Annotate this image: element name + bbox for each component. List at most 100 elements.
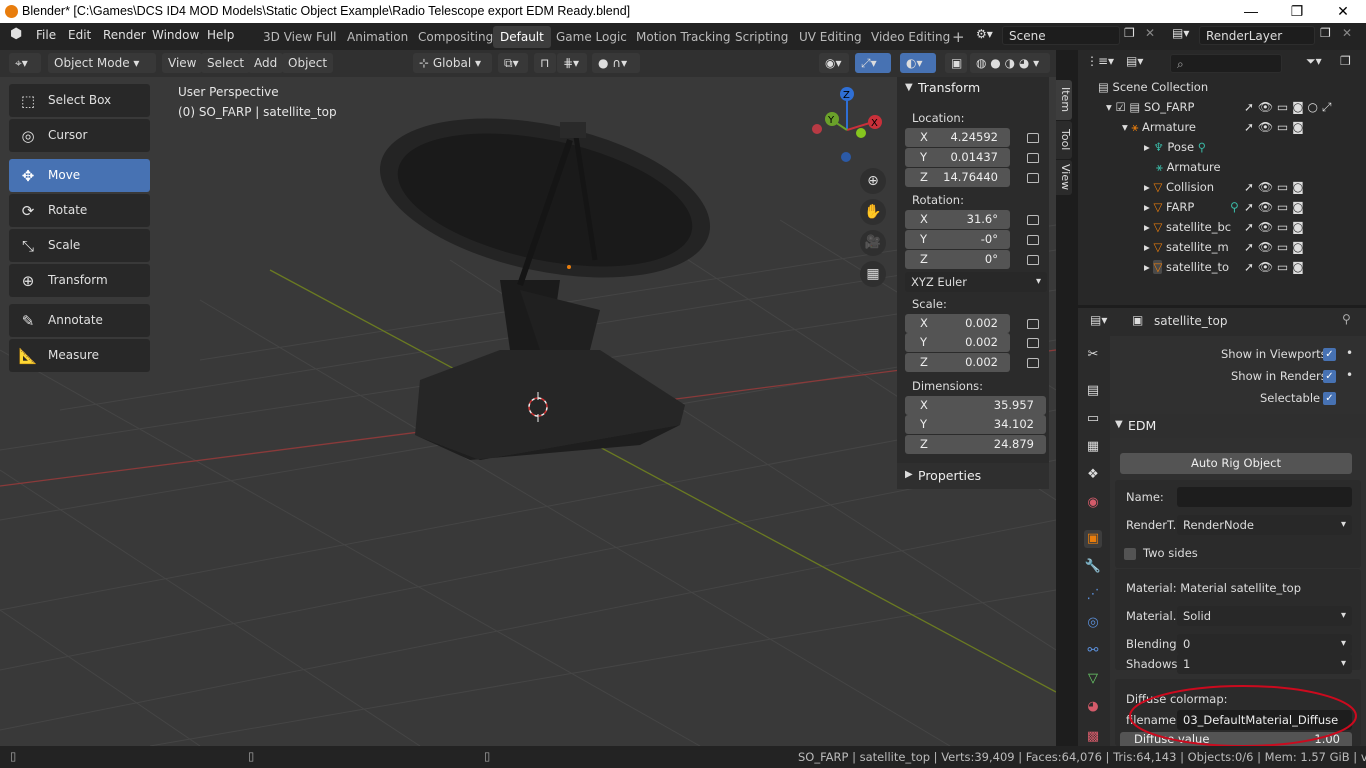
dimensions-x-field[interactable]: X 35.957 xyxy=(905,396,1046,415)
tab-item[interactable]: Item xyxy=(1056,80,1072,120)
dimensions-y-field[interactable]: Y 34.102 xyxy=(905,415,1046,434)
tool-annotate[interactable]: ✎ Annotate xyxy=(9,304,150,337)
minimize-button[interactable]: — xyxy=(1228,0,1274,23)
rotation-y-field[interactable]: Y -0° xyxy=(905,230,1010,249)
rotation-mode-select[interactable]: XYZ Euler ▾ xyxy=(905,272,1047,292)
lock-icon[interactable] xyxy=(1027,338,1039,348)
snap-target-icon[interactable]: ⋕▾ xyxy=(557,53,587,73)
snap-toggle-icon[interactable]: ⊓ xyxy=(534,53,556,73)
tab-default[interactable]: Default xyxy=(493,26,551,48)
view-layer-copy-icon[interactable]: ❐ xyxy=(1320,26,1331,40)
row-icons[interactable]: ➚ 👁 ▭ ◙ xyxy=(1244,217,1304,237)
shading-modes[interactable]: ◍ ● ◑ ◕ ▾ xyxy=(970,53,1050,73)
tool-rotate[interactable]: ⟳ Rotate xyxy=(9,194,150,227)
row-icons[interactable]: ➚ 👁 ▭ ◙ xyxy=(1244,257,1304,277)
outliner-row-armature-data[interactable]: ⚹ Armature xyxy=(1156,157,1221,177)
keyframe-dot-icon[interactable]: • xyxy=(1346,368,1353,382)
tab-animation[interactable]: Animation xyxy=(340,26,415,48)
zoom-icon[interactable]: ⊕ xyxy=(860,168,886,194)
scene-copy-icon[interactable]: ❐ xyxy=(1124,26,1135,40)
gizmo-toggle-icon[interactable]: ⤢▾ xyxy=(855,53,891,73)
camera-view-icon[interactable]: 🎥 xyxy=(860,230,886,256)
properties-subpanel-header[interactable]: ▶ Properties xyxy=(897,463,1049,489)
blending-select[interactable]: 0 ▾ xyxy=(1177,634,1352,654)
blender-menu-icon[interactable]: ⬢ xyxy=(10,26,22,42)
outliner-row-satellite-to[interactable]: ▸ ▽ satellite_to ➚ 👁 ▭ ◙ xyxy=(1144,257,1366,277)
pin-icon[interactable]: ⚲ xyxy=(1342,312,1351,326)
lock-icon[interactable] xyxy=(1027,173,1039,183)
editor-type-icon[interactable]: ⌖▾ xyxy=(9,53,41,73)
outliner-row-so-farp[interactable]: ▾ ☑ ▤ SO_FARP ➚ 👁 ▭ ◙ ○ ⤢ xyxy=(1106,97,1366,117)
properties-editor-type-icon[interactable]: ▤▾ xyxy=(1090,313,1107,327)
shadows-select[interactable]: 1 ▾ xyxy=(1177,654,1352,674)
maximize-button[interactable]: ❐ xyxy=(1274,0,1320,23)
filter-icon[interactable]: ⏷▾ xyxy=(1306,54,1322,69)
proportional-edit-icon[interactable]: ● ∩▾ xyxy=(592,53,640,73)
menu-edit[interactable]: Edit xyxy=(68,28,91,42)
tab-game-logic[interactable]: Game Logic xyxy=(549,26,634,48)
view-layer-browse-icon[interactable]: ▤▾ xyxy=(1172,26,1189,40)
row-icons[interactable]: ➚ 👁 ▭ ◙ xyxy=(1244,117,1304,137)
tool-transform[interactable]: ⊕ Transform xyxy=(9,264,150,297)
dimensions-z-field[interactable]: Z 24.879 xyxy=(905,435,1046,454)
menu-select[interactable]: Select xyxy=(201,53,251,73)
lock-icon[interactable] xyxy=(1027,235,1039,245)
display-mode-icon[interactable]: ▤▾ xyxy=(1126,54,1143,68)
visibility-icon[interactable]: ◉▾ xyxy=(819,53,849,73)
row-icons[interactable]: ➚ 👁 ▭ ◙ ○ ⤢ xyxy=(1244,97,1331,117)
outliner-row-farp[interactable]: ▸ ▽ FARP ⚲ ➚ 👁 ▭ ◙ xyxy=(1144,197,1366,217)
tool-settings-icon[interactable]: ✂ xyxy=(1084,346,1102,364)
scene-remove-icon[interactable]: ✕ xyxy=(1145,26,1155,40)
tab-tool[interactable]: Tool xyxy=(1056,121,1072,159)
modifier-wrench-icon[interactable]: 🔧 xyxy=(1084,558,1102,576)
perspective-toggle-icon[interactable]: ▦ xyxy=(860,261,886,287)
render-type-select[interactable]: RenderNode ▾ xyxy=(1177,515,1352,535)
outliner-row-armature[interactable]: ▾ ⚹ Armature ➚ 👁 ▭ ◙ xyxy=(1122,117,1366,137)
scale-z-field[interactable]: Z 0.002 xyxy=(905,353,1010,372)
location-z-field[interactable]: Z 14.76440 xyxy=(905,168,1010,187)
pan-hand-icon[interactable]: ✋ xyxy=(860,199,886,225)
tool-cursor[interactable]: ◎ Cursor xyxy=(9,119,150,152)
rotation-z-field[interactable]: Z 0° xyxy=(905,250,1010,269)
lock-icon[interactable] xyxy=(1027,133,1039,143)
tool-measure[interactable]: 📐 Measure xyxy=(9,339,150,372)
tool-scale[interactable]: ⤡ Scale xyxy=(9,229,150,262)
transform-orientation-select[interactable]: ⊹ Global ▾ xyxy=(413,53,492,73)
view-layer-icon[interactable]: ▦ xyxy=(1084,438,1102,456)
outliner-row-pose[interactable]: ▸ ♆ Pose ⚲ xyxy=(1144,137,1206,157)
scene-name-field[interactable]: Scene xyxy=(1002,26,1120,45)
radio-telescope-model[interactable] xyxy=(365,92,724,460)
tab-motion-tracking[interactable]: Motion Tracking xyxy=(629,26,737,48)
pivot-point-icon[interactable]: ⧉▾ xyxy=(498,53,528,73)
lock-icon[interactable] xyxy=(1027,358,1039,368)
lock-icon[interactable] xyxy=(1027,319,1039,329)
render-properties-icon[interactable]: ▤ xyxy=(1084,382,1102,400)
row-icons[interactable]: ➚ 👁 ▭ ◙ xyxy=(1244,197,1304,217)
name-input[interactable] xyxy=(1177,487,1352,507)
outliner-row-satellite-m[interactable]: ▸ ▽ satellite_m ➚ 👁 ▭ ◙ xyxy=(1144,237,1366,257)
tab-compositing[interactable]: Compositing xyxy=(411,26,500,48)
show-in-viewports-checkbox[interactable]: ✓ xyxy=(1323,348,1336,361)
menu-window[interactable]: Window xyxy=(152,28,199,42)
outliner-row-satellite-bc[interactable]: ▸ ▽ satellite_bc ➚ 👁 ▭ ◙ xyxy=(1144,217,1366,237)
lock-icon[interactable] xyxy=(1027,215,1039,225)
world-properties-icon[interactable]: ◉ xyxy=(1084,494,1102,512)
keyframe-dot-icon[interactable]: • xyxy=(1346,346,1353,360)
outliner-scene-collection[interactable]: ▤ Scene Collection xyxy=(1098,77,1208,97)
checkbox-icon[interactable]: ☑ xyxy=(1115,100,1129,114)
overlay-toggle-icon[interactable]: ◐▾ xyxy=(900,53,936,73)
outliner-search-input[interactable]: ⌕ xyxy=(1170,54,1282,73)
navigation-gizmo[interactable]: Z X Y xyxy=(805,82,890,167)
location-y-field[interactable]: Y 0.01437 xyxy=(905,148,1010,167)
row-icons[interactable]: ➚ 👁 ▭ ◙ xyxy=(1244,237,1304,257)
outliner-row-collision[interactable]: ▸ ▽ Collision ➚ 👁 ▭ ◙ xyxy=(1144,177,1366,197)
constraints-icon[interactable]: ⚯ xyxy=(1084,642,1102,660)
xray-toggle-icon[interactable]: ▣ xyxy=(945,53,967,73)
add-workspace-button[interactable]: + xyxy=(945,26,972,48)
tab-3d-view-full[interactable]: 3D View Full xyxy=(256,26,344,48)
scene-browse-icon[interactable]: ⚙▾ xyxy=(976,27,993,41)
new-collection-icon[interactable]: ❐ xyxy=(1340,54,1351,68)
location-x-field[interactable]: X 4.24592 xyxy=(905,128,1010,147)
menu-help[interactable]: Help xyxy=(207,28,234,42)
output-properties-icon[interactable]: ▭ xyxy=(1084,410,1102,428)
